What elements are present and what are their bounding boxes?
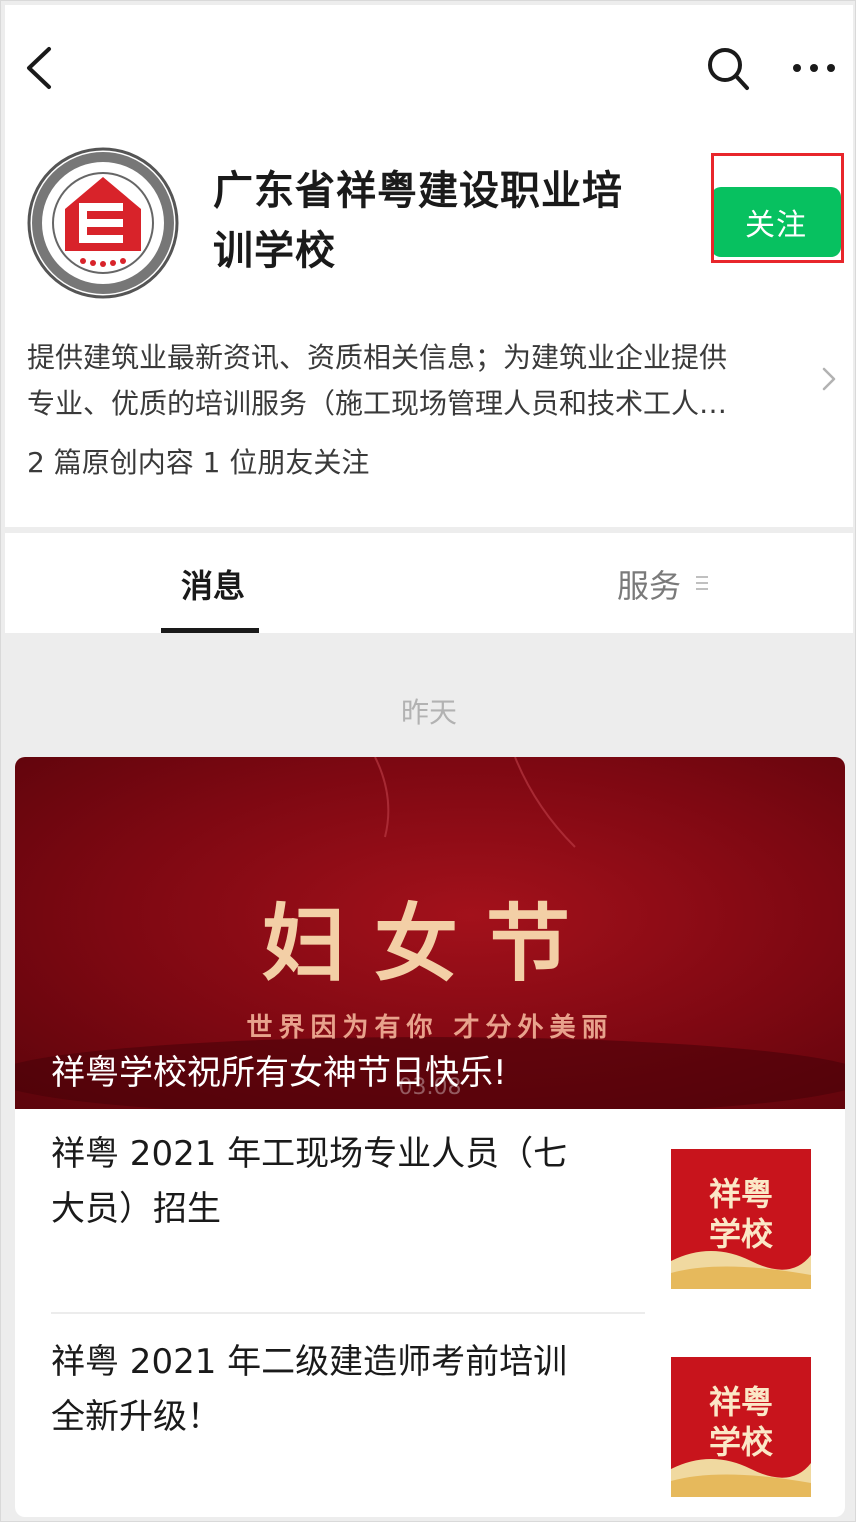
banner-caption: 祥粤学校祝所有女神节日快乐!: [51, 1053, 507, 1093]
article-title-line-1: 祥粤 2021 年工现场专业人员（七: [51, 1134, 568, 1174]
description-line-1: 提供建筑业最新资讯、资质相关信息；为建筑业企业提供: [27, 341, 728, 374]
app-screen: 广东省祥粤建设职业培 训学校 关注 提供建筑业最新资讯、资质相关信息；为建筑业企…: [0, 0, 856, 1522]
profile-header: 广东省祥粤建设职业培 训学校 关注 提供建筑业最新资讯、资质相关信息；为建筑业企…: [5, 5, 853, 527]
account-name: 广东省祥粤建设职业培 训学校: [213, 161, 683, 281]
article-title: 祥粤 2021 年工现场专业人员（七 大员）招生: [51, 1127, 631, 1237]
list-item[interactable]: 祥粤 2021 年工现场专业人员（七 大员）招生 祥粤 学校: [15, 1109, 845, 1299]
search-icon[interactable]: [705, 43, 753, 93]
article-thumbnail: 祥粤 学校: [671, 1149, 811, 1289]
chevron-right-icon[interactable]: [820, 365, 838, 393]
back-icon[interactable]: [21, 43, 57, 93]
thumb-text-top: 祥粤: [709, 1175, 773, 1213]
banner-headline: 妇女节: [261, 894, 598, 993]
list-item[interactable]: 祥粤 2021 年二级建造师考前培训 全新升级！ 祥粤 学校: [15, 1317, 845, 1507]
tab-bar: 消息 服务: [5, 533, 853, 633]
school-logo: [27, 147, 179, 299]
banner-slogan: 世界因为有你 才分外美丽: [246, 1013, 614, 1043]
tab-active-indicator: [161, 628, 259, 633]
article-title: 祥粤 2021 年二级建造师考前培训 全新升级！: [51, 1335, 631, 1445]
account-name-line-1: 广东省祥粤建设职业培: [213, 168, 623, 214]
description-line-2: 专业、优质的培训服务（施工现场管理人员和技术工人…: [27, 387, 728, 420]
thumb-text-bottom: 学校: [709, 1215, 773, 1253]
menu-icon: [696, 576, 708, 590]
article-title-line-2: 全新升级！: [51, 1397, 221, 1437]
list-divider: [51, 1312, 645, 1314]
banner-article[interactable]: 妇女节 世界因为有你 才分外美丽 03.08 祥粤学校祝所有女神节日快乐!: [15, 757, 845, 1109]
account-name-line-2: 训学校: [213, 228, 336, 274]
article-title-line-2: 大员）招生: [51, 1189, 221, 1229]
follow-highlight-box: [711, 153, 844, 263]
tab-messages[interactable]: 消息: [163, 561, 263, 607]
date-separator: 昨天: [400, 696, 457, 729]
tab-services[interactable]: 服务: [617, 561, 681, 607]
thumb-text-bottom: 学校: [709, 1423, 773, 1461]
more-icon[interactable]: [789, 53, 839, 83]
account-stats: 2 篇原创内容 1 位朋友关注: [27, 446, 370, 479]
message-card: 妇女节 世界因为有你 才分外美丽 03.08 祥粤学校祝所有女神节日快乐! 祥粤…: [15, 757, 845, 1517]
account-description[interactable]: 提供建筑业最新资讯、资质相关信息；为建筑业企业提供 专业、优质的培训服务（施工现…: [27, 335, 817, 427]
article-thumbnail: 祥粤 学校: [671, 1357, 811, 1497]
thumb-text-top: 祥粤: [709, 1383, 773, 1421]
article-title-line-1: 祥粤 2021 年二级建造师考前培训: [51, 1342, 568, 1382]
